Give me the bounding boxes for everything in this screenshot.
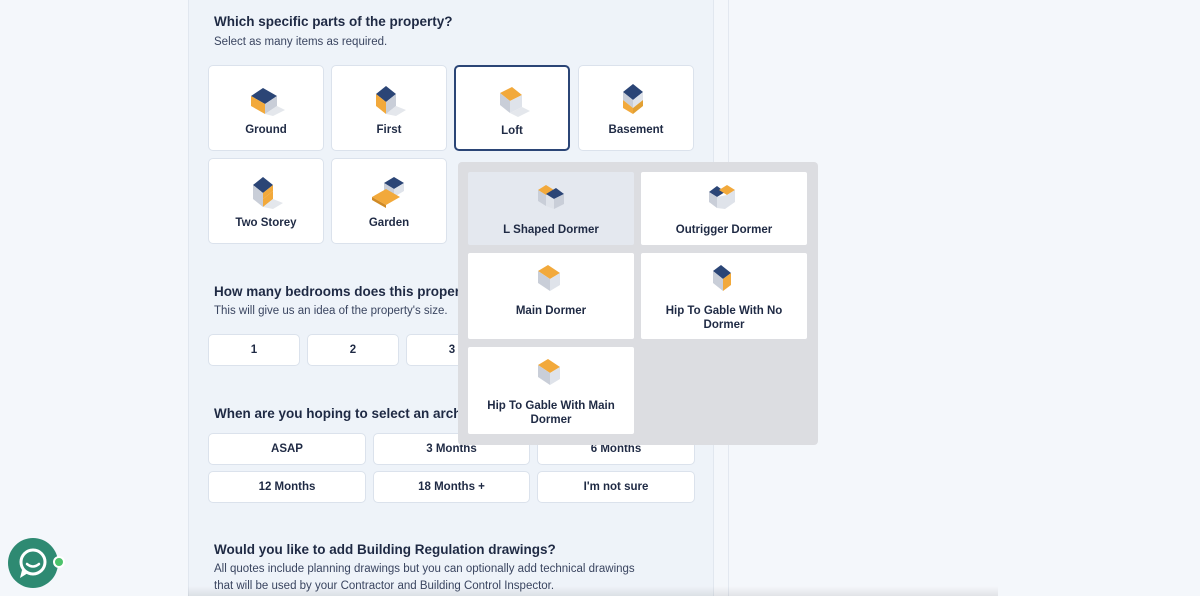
property-parts-title: Which specific parts of the property? bbox=[214, 14, 453, 29]
popup-option-main-dormer[interactable]: Main Dormer bbox=[468, 253, 634, 339]
popup-option-outrigger-dormer[interactable]: Outrigger Dormer bbox=[641, 172, 807, 245]
popup-option-label: L Shaped Dormer bbox=[503, 224, 599, 236]
popup-option-label: Hip To Gable With No bbox=[665, 305, 783, 317]
loft-options-popup: L Shaped Dormer Outrigger Dormer Main Do… bbox=[458, 162, 818, 445]
house-first-icon bbox=[376, 86, 406, 116]
tile-label: Ground bbox=[245, 124, 287, 136]
timing-option-not-sure[interactable]: I'm not sure bbox=[537, 471, 695, 503]
tile-basement[interactable]: Basement bbox=[578, 65, 694, 151]
tile-garden[interactable]: Garden bbox=[331, 158, 447, 244]
tile-first[interactable]: First bbox=[331, 65, 447, 151]
popup-option-hip-to-gable-main-dormer[interactable]: Hip To Gable With Main Dormer bbox=[468, 347, 634, 434]
tile-ground[interactable]: Ground bbox=[208, 65, 324, 151]
house-two-storey-icon bbox=[253, 177, 283, 209]
tile-label: Loft bbox=[501, 125, 523, 137]
timing-option-18-months[interactable]: 18 Months + bbox=[373, 471, 530, 503]
bottom-shadow bbox=[188, 586, 998, 596]
property-parts-subtitle: Select as many items as required. bbox=[214, 36, 388, 48]
bedrooms-title: How many bedrooms does this property bbox=[214, 284, 473, 299]
bedrooms-subtitle: This will give us an idea of the propert… bbox=[214, 305, 448, 317]
building-regs-title: Would you like to add Building Regulatio… bbox=[214, 542, 556, 557]
bedrooms-option-1[interactable]: 1 bbox=[208, 334, 300, 366]
house-ground-icon bbox=[251, 88, 285, 116]
architect-timing-title: When are you hoping to select an archit bbox=[214, 406, 470, 421]
outrigger-dormer-icon bbox=[709, 185, 735, 209]
house-garden-icon bbox=[372, 177, 404, 208]
bedrooms-option-2[interactable]: 2 bbox=[307, 334, 399, 366]
online-status-dot bbox=[53, 556, 65, 568]
tile-two-storey[interactable]: Two Storey bbox=[208, 158, 324, 244]
building-regs-subtitle-line1: All quotes include planning drawings but… bbox=[214, 563, 635, 575]
popup-option-hip-to-gable-no-dormer[interactable]: Hip To Gable With No Dormer bbox=[641, 253, 807, 339]
tile-label: First bbox=[376, 124, 402, 136]
chat-bubble-icon bbox=[19, 548, 47, 578]
house-loft-icon bbox=[500, 87, 530, 117]
tile-loft[interactable]: Loft bbox=[454, 65, 570, 151]
chat-button[interactable] bbox=[8, 538, 58, 588]
l-shaped-dormer-icon bbox=[538, 185, 564, 209]
timing-option-12-months[interactable]: 12 Months bbox=[208, 471, 366, 503]
popup-option-label-line2: Dormer bbox=[530, 414, 572, 426]
popup-option-label-line2: Dormer bbox=[703, 319, 745, 331]
main-dormer-icon bbox=[538, 265, 560, 291]
popup-option-label: Hip To Gable With Main bbox=[487, 400, 615, 412]
tile-label: Garden bbox=[368, 217, 410, 229]
house-basement-icon bbox=[623, 84, 643, 114]
tile-label: Basement bbox=[608, 124, 664, 136]
popup-option-label: Outrigger Dormer bbox=[675, 224, 773, 236]
timing-option-asap[interactable]: ASAP bbox=[208, 433, 366, 465]
hip-to-gable-no-dormer-icon bbox=[713, 265, 731, 291]
popup-option-label: Main Dormer bbox=[515, 305, 587, 317]
popup-option-l-shaped-dormer[interactable]: L Shaped Dormer bbox=[468, 172, 634, 245]
hip-to-gable-main-dormer-icon bbox=[538, 359, 560, 385]
tile-label: Two Storey bbox=[235, 217, 297, 229]
